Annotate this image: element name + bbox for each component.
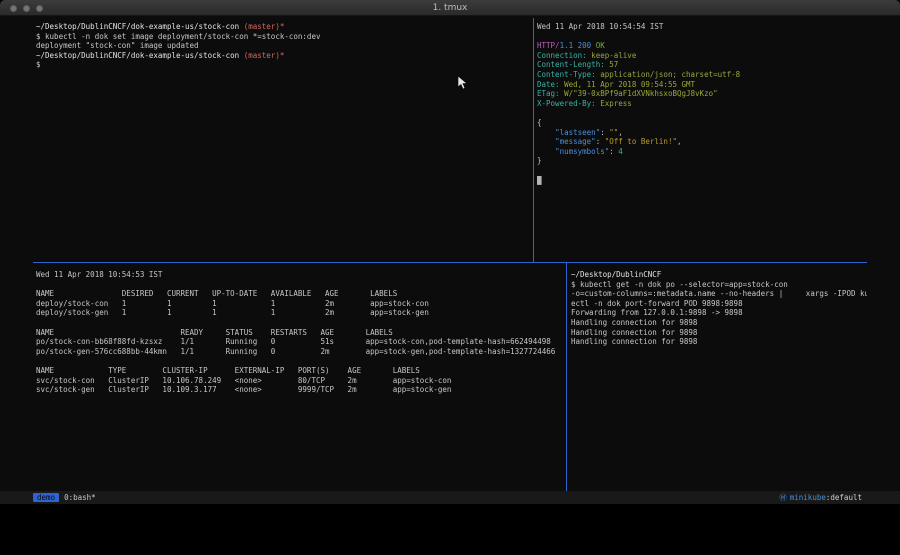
kube-context-label: minikube (790, 493, 826, 502)
terminal-line (537, 32, 867, 42)
window-titlebar[interactable]: 1. tmux (0, 0, 900, 16)
terminal-window: 1. tmux ~/Desktop/DublinCNCF/dok-example… (0, 0, 900, 504)
tmux-status-bar: demo 0:bash* Ⓜminikube:default (0, 491, 900, 504)
terminal-line: $ (36, 60, 530, 70)
terminal-line: ectl -n dok port-forward POD 9898:9898 (571, 299, 867, 309)
terminal-line: ~/Desktop/DublinCNCF/dok-example-us/stoc… (36, 22, 530, 32)
terminal-line: po/stock-gen-576cc688bb-44kmn 1/1 Runnin… (36, 347, 562, 357)
terminal-line: Wed 11 Apr 2018 10:54:53 IST (36, 270, 562, 280)
terminal-line: po/stock-con-bb68f88fd-kzsxz 1/1 Running… (36, 337, 562, 347)
terminal-line: $ kubectl get -n dok po --selector=app=s… (571, 280, 867, 290)
pane-divider-vertical-top[interactable] (533, 18, 534, 262)
desktop: 1. tmux ~/Desktop/DublinCNCF/dok-example… (0, 0, 900, 555)
terminal-line: ~/Desktop/DublinCNCF/dok-example-us/stoc… (36, 51, 530, 61)
terminal-line: deployment "stock-con" image updated (36, 41, 530, 51)
minikube-icon: Ⓜ (779, 493, 787, 502)
terminal-line (36, 280, 562, 290)
terminal-line (36, 318, 562, 328)
close-window-button[interactable] (10, 5, 17, 12)
terminal-line: Content-Length: 57 (537, 60, 867, 70)
terminal-line: Handling connection for 9898 (571, 318, 867, 328)
pane-divider-vertical-bottom[interactable] (566, 263, 567, 491)
terminal-line: "numsymbols": 4 (537, 147, 867, 157)
terminal-line (537, 166, 867, 176)
terminal-line: NAME DESIRED CURRENT UP-TO-DATE AVAILABL… (36, 289, 562, 299)
pane-kubectl-watch-resources[interactable]: Wed 11 Apr 2018 10:54:53 IST NAME DESIRE… (33, 266, 564, 491)
terminal-line: deploy/stock-con 1 1 1 1 2m app=stock-co… (36, 299, 562, 309)
terminal-line: svc/stock-gen ClusterIP 10.109.3.177 <no… (36, 385, 562, 395)
terminal-line (36, 356, 562, 366)
window-controls (10, 5, 43, 12)
terminal-line: "lastseen": "", (537, 128, 867, 138)
terminal-line: Date: Wed, 11 Apr 2018 09:54:55 GMT (537, 80, 867, 90)
window-title: 1. tmux (0, 0, 900, 16)
pane-divider-horizontal[interactable] (33, 262, 867, 263)
terminal-line: -o=custom-columns=:metadata.name --no-he… (571, 289, 867, 299)
terminal-line (537, 108, 867, 118)
terminal-line: ~/Desktop/DublinCNCF (571, 270, 867, 280)
terminal-line: Forwarding from 127.0.0.1:9898 -> 9898 (571, 308, 867, 318)
tmux-status-left: demo 0:bash* (33, 491, 96, 504)
terminal-line: HTTP/1.1 200 OK (537, 41, 867, 51)
terminal-line: NAME READY STATUS RESTARTS AGE LABELS (36, 328, 562, 338)
terminal-line: Connection: keep-alive (537, 51, 867, 61)
tmux-session-badge: demo (33, 493, 59, 502)
kube-namespace-label: :default (826, 493, 862, 502)
minimize-window-button[interactable] (23, 5, 30, 12)
terminal-line: svc/stock-con ClusterIP 10.106.78.249 <n… (36, 376, 562, 386)
terminal-line: Content-Type: application/json; charset=… (537, 70, 867, 80)
terminal-line: Handling connection for 9898 (571, 328, 867, 338)
terminal-line: { (537, 118, 867, 128)
terminal-line: █ (537, 176, 867, 186)
terminal-line: $ kubectl -n dok set image deployment/st… (36, 32, 530, 42)
terminal-line: Wed 11 Apr 2018 10:54:54 IST (537, 22, 867, 32)
pane-port-forward[interactable]: ~/Desktop/DublinCNCF$ kubectl get -n dok… (571, 266, 867, 491)
terminal-line: } (537, 156, 867, 166)
terminal-line: Handling connection for 9898 (571, 337, 867, 347)
terminal-line: deploy/stock-gen 1 1 1 1 2m app=stock-ge… (36, 308, 562, 318)
tmux-window-label[interactable]: 0:bash* (64, 493, 96, 502)
tmux-status-right: Ⓜminikube:default (779, 491, 862, 504)
mouse-cursor (458, 76, 468, 90)
terminal-line: "message": "Off to Berlin!", (537, 137, 867, 147)
terminal-line: NAME TYPE CLUSTER-IP EXTERNAL-IP PORT(S)… (36, 366, 562, 376)
pane-shell-kubectl-set-image[interactable]: ~/Desktop/DublinCNCF/dok-example-us/stoc… (33, 18, 532, 261)
terminal-line: ETag: W/"39-0xBPf9aF1dXVNkhsxoBQgJ8vKzo" (537, 89, 867, 99)
tmux-screen: ~/Desktop/DublinCNCF/dok-example-us/stoc… (33, 18, 867, 491)
zoom-window-button[interactable] (36, 5, 43, 12)
terminal-line: X-Powered-By: Express (537, 99, 867, 109)
pane-http-response[interactable]: Wed 11 Apr 2018 10:54:54 IST HTTP/1.1 20… (537, 18, 867, 261)
